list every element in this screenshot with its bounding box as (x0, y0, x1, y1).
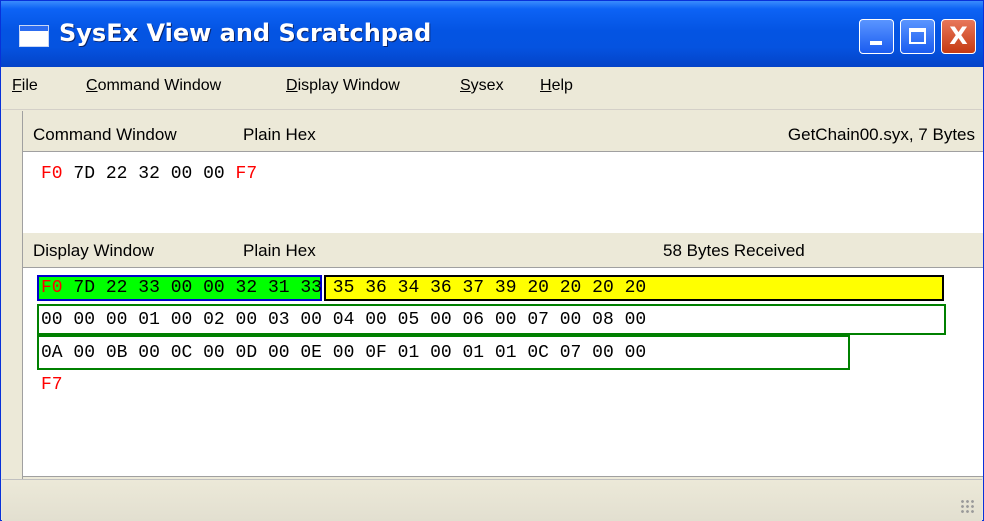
hex-byte: 00 (41, 310, 63, 330)
hex-byte: 00 (170, 164, 193, 184)
hex-byte: 32 (138, 164, 160, 184)
hex-byte: 01 (397, 343, 420, 363)
app-window: SysEx View and Scratchpad X File Command… (0, 0, 984, 521)
hex-byte: 0A (41, 343, 63, 363)
close-button[interactable]: X (941, 19, 976, 54)
hex-byte: 0F (365, 343, 387, 363)
hex-byte: 33 (300, 278, 322, 298)
menu-help[interactable]: Help (540, 77, 573, 95)
maximize-button[interactable] (900, 19, 935, 54)
command-window-title: Command Window (33, 125, 177, 144)
left-splitter-bar (2, 111, 23, 481)
command-window-header: Command Window Plain Hex GetChain00.syx,… (23, 117, 983, 153)
hex-byte: F0 (41, 164, 63, 184)
hex-byte: 20 (527, 278, 549, 298)
hex-byte: 08 (592, 310, 614, 330)
hex-byte: 06 (462, 310, 485, 330)
hex-byte: 00 (73, 343, 96, 363)
hex-byte: 00 (170, 310, 193, 330)
hex-byte: 01 (494, 343, 517, 363)
hex-byte: 00 (138, 343, 160, 363)
app-window-icon[interactable] (19, 25, 49, 47)
maximize-icon (909, 28, 926, 44)
hex-byte: 00 (365, 310, 387, 330)
hex-byte: 00 (559, 310, 582, 330)
close-icon: X (949, 22, 968, 50)
hex-byte: 37 (462, 278, 485, 298)
command-file-info: GetChain00.syx, 7 Bytes (787, 125, 975, 144)
hex-byte: 00 (624, 343, 647, 363)
hex-byte: 34 (397, 278, 420, 298)
bytes-received-info: 58 Bytes Received (663, 241, 805, 260)
minimize-button[interactable] (859, 19, 894, 54)
display-window-header: Display Window Plain Hex 58 Bytes Receiv… (23, 233, 983, 269)
hex-byte: F7 (41, 375, 63, 395)
title-bar[interactable]: SysEx View and Scratchpad X (1, 1, 983, 67)
command-window-mode: Plain Hex (243, 125, 316, 144)
hex-byte: 00 (203, 278, 225, 298)
hex-byte: 07 (559, 343, 582, 363)
display-hex-row: 00 00 00 01 00 02 00 03 00 04 00 05 00 0… (41, 308, 646, 332)
hex-byte: 02 (203, 310, 225, 330)
hex-byte: 00 (624, 310, 647, 330)
hex-byte: 0D (235, 343, 258, 363)
hex-byte: 0C (527, 343, 549, 363)
hex-byte: 33 (138, 278, 160, 298)
hex-byte: 32 (235, 278, 258, 298)
hex-byte: 00 (73, 310, 96, 330)
command-window-hex-area[interactable]: F0 7D 22 32 00 00 F7 (23, 151, 983, 236)
hex-byte: 00 (267, 343, 290, 363)
hex-byte: 35 (332, 278, 355, 298)
hex-byte: 00 (332, 343, 355, 363)
hex-byte: 22 (105, 278, 128, 298)
hex-byte: F0 (41, 278, 63, 298)
menu-command-window[interactable]: Command Window (86, 77, 221, 95)
hex-byte: 00 (203, 164, 225, 184)
display-hex-row: 0A 00 0B 00 0C 00 0D 00 0E 00 0F 01 00 0… (41, 341, 646, 365)
menu-sysex[interactable]: Sysex (460, 77, 504, 95)
hex-byte: 20 (592, 278, 614, 298)
hex-byte: 20 (624, 278, 647, 298)
hex-byte: 39 (494, 278, 517, 298)
hex-byte: 7D (73, 164, 96, 184)
hex-byte: 03 (267, 310, 290, 330)
hex-byte: 20 (559, 278, 582, 298)
hex-byte: 00 (170, 278, 193, 298)
hex-byte: 00 (203, 343, 225, 363)
resize-grip-icon[interactable] (960, 499, 976, 515)
display-window-mode: Plain Hex (243, 241, 316, 260)
hex-byte: 05 (397, 310, 420, 330)
menu-bar: File Command Window Display Window Sysex… (2, 67, 982, 110)
display-hex-row: F7 (41, 373, 63, 397)
hex-byte: 01 (138, 310, 160, 330)
hex-byte: 31 (267, 278, 290, 298)
hex-byte: 07 (527, 310, 549, 330)
status-bar (2, 479, 982, 521)
hex-byte: 36 (365, 278, 387, 298)
menu-display-window[interactable]: Display Window (286, 77, 400, 95)
hex-byte: 04 (332, 310, 355, 330)
hex-byte: 00 (235, 310, 258, 330)
hex-byte: 00 (592, 343, 614, 363)
command-hex-line: F0 7D 22 32 00 00 F7 (41, 162, 257, 186)
window-title: SysEx View and Scratchpad (59, 19, 432, 47)
hex-byte: 00 (494, 310, 517, 330)
hex-byte: 01 (462, 343, 485, 363)
hex-byte: 00 (430, 310, 452, 330)
hex-byte: 00 (105, 310, 128, 330)
hex-byte: 00 (430, 343, 452, 363)
hex-byte: 0B (105, 343, 128, 363)
hex-byte: 22 (105, 164, 128, 184)
minimize-icon (870, 41, 882, 45)
display-window-hex-area[interactable]: F0 7D 22 33 00 00 32 31 33 35 36 34 36 3… (23, 267, 983, 477)
hex-byte: 00 (300, 310, 322, 330)
menu-file[interactable]: File (12, 77, 38, 95)
hex-byte: 7D (73, 278, 96, 298)
hex-byte: 36 (430, 278, 452, 298)
display-window-title: Display Window (33, 241, 154, 260)
hex-byte: 0C (170, 343, 193, 363)
hex-byte: 0E (300, 343, 322, 363)
hex-byte: F7 (235, 164, 258, 184)
display-hex-row: F0 7D 22 33 00 00 32 31 33 35 36 34 36 3… (41, 276, 646, 300)
